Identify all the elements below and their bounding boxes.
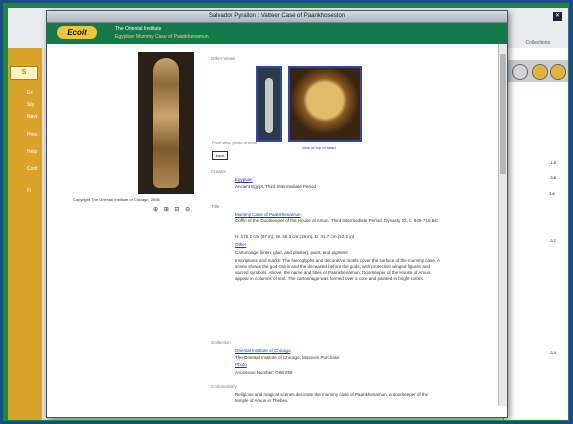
sidebar-link-3[interactable]: Pres xyxy=(27,132,37,138)
circle-button-icon[interactable] xyxy=(512,64,528,80)
background-toolbar-label: Collections xyxy=(525,40,550,46)
title-label: Title xyxy=(211,204,220,209)
desktop-area: Collections ✕ S Ex Sty Navi Pres Help Co… xyxy=(8,8,568,420)
collection-label: Collection xyxy=(211,340,231,345)
right-value: -3.8 xyxy=(549,175,556,180)
right-value: -3.4 xyxy=(549,350,556,355)
popup-window: Salvador Pyrallon : Vatteer Case of Paan… xyxy=(46,10,508,418)
back-button[interactable]: back xyxy=(212,151,228,160)
sidebar-link-4[interactable]: Help xyxy=(27,149,37,155)
site-banner: Ecoit The Oriental Institute Egyptian Mu… xyxy=(47,23,507,44)
sidebar-link-2[interactable]: Navi xyxy=(27,114,37,120)
dimensions-text: H. 175.2 cm (67 in), W. 48.3 cm (19 in),… xyxy=(235,234,355,239)
right-value: -3.7 xyxy=(549,238,556,243)
background-left-sidebar: S Ex Sty Navi Pres Help Cont Fi xyxy=(8,48,42,420)
record-content: Copyright The Oriental Institute of Chic… xyxy=(47,44,507,406)
materials-text: Cartonnage (linen, glue, and plaster), p… xyxy=(235,250,348,255)
title-text: Coffin of the Doorkeeper of the House of… xyxy=(235,218,438,223)
sidebar-link-0[interactable]: Ex xyxy=(27,90,33,96)
front-view-caption[interactable]: Front view, photo of mum xyxy=(212,140,257,145)
window-scrollbar[interactable] xyxy=(498,44,507,406)
banner-line-1: The Oriental Institute xyxy=(115,26,162,32)
window-title: Salvador Pyrallon : Vatteer Case of Paan… xyxy=(47,11,507,23)
accession-text: Accession Number: OIM 258 xyxy=(235,370,293,375)
collection-text: The Oriental Institute of Chicago, Museu… xyxy=(235,355,340,360)
commentary-label: Commentary xyxy=(211,384,237,389)
thumbnail-front-view[interactable] xyxy=(256,66,282,142)
other-link[interactable]: Other xyxy=(235,242,246,247)
circle-button-icon[interactable] xyxy=(532,64,548,80)
creator-label: Creator xyxy=(211,169,227,174)
thumbnail-top-view[interactable] xyxy=(288,66,362,142)
screen-frame: Collections ✕ S Ex Sty Navi Pres Help Co… xyxy=(3,3,569,421)
zoom-tools-icon[interactable]: ⊕ ⊞ ⊟ ⊖ xyxy=(153,206,192,213)
other-views-label: Other Views xyxy=(211,56,236,61)
image-caption: Copyright The Oriental Institute of Chic… xyxy=(73,197,160,202)
scrollbar-thumb[interactable] xyxy=(500,54,506,174)
close-icon[interactable]: ✕ xyxy=(553,12,562,21)
credit-link[interactable]: Photo xyxy=(235,362,247,367)
sidebar-logo-icon: S xyxy=(10,66,38,80)
top-view-caption[interactable]: view of top of head xyxy=(302,145,336,150)
sidebar-link-5[interactable]: Cont xyxy=(27,166,38,172)
sidebar-link-1[interactable]: Sty xyxy=(27,102,34,108)
description-text: Inscriptions and marks: The hieroglyphs … xyxy=(235,258,440,281)
banner-line-2: Egyptian Mummy Case of Paankhenamun xyxy=(115,34,209,40)
background-right-panel: -1.8 -3.8 3.8 -3.7 -3.4 xyxy=(503,48,568,420)
figure-silhouette xyxy=(265,78,273,133)
collection-link[interactable]: Oriental Institute of Chicago xyxy=(235,348,291,353)
circle-button-icon[interactable] xyxy=(550,64,566,80)
site-logo[interactable]: Ecoit xyxy=(57,26,97,39)
right-value: -1.8 xyxy=(549,160,556,165)
title-link[interactable]: Mummy Case of Paankhenamun xyxy=(235,212,301,217)
creator-link[interactable]: Egyptian xyxy=(235,177,253,182)
mummy-case-figure xyxy=(153,58,179,188)
main-object-image[interactable] xyxy=(138,52,194,194)
commentary-text: Religious and magical scenes decorate th… xyxy=(235,392,429,403)
sidebar-link-6[interactable]: Fi xyxy=(27,188,31,194)
creator-text: Ancient Egypt, Third Intermediate Period xyxy=(235,184,316,189)
right-value: 3.8 xyxy=(549,191,555,196)
